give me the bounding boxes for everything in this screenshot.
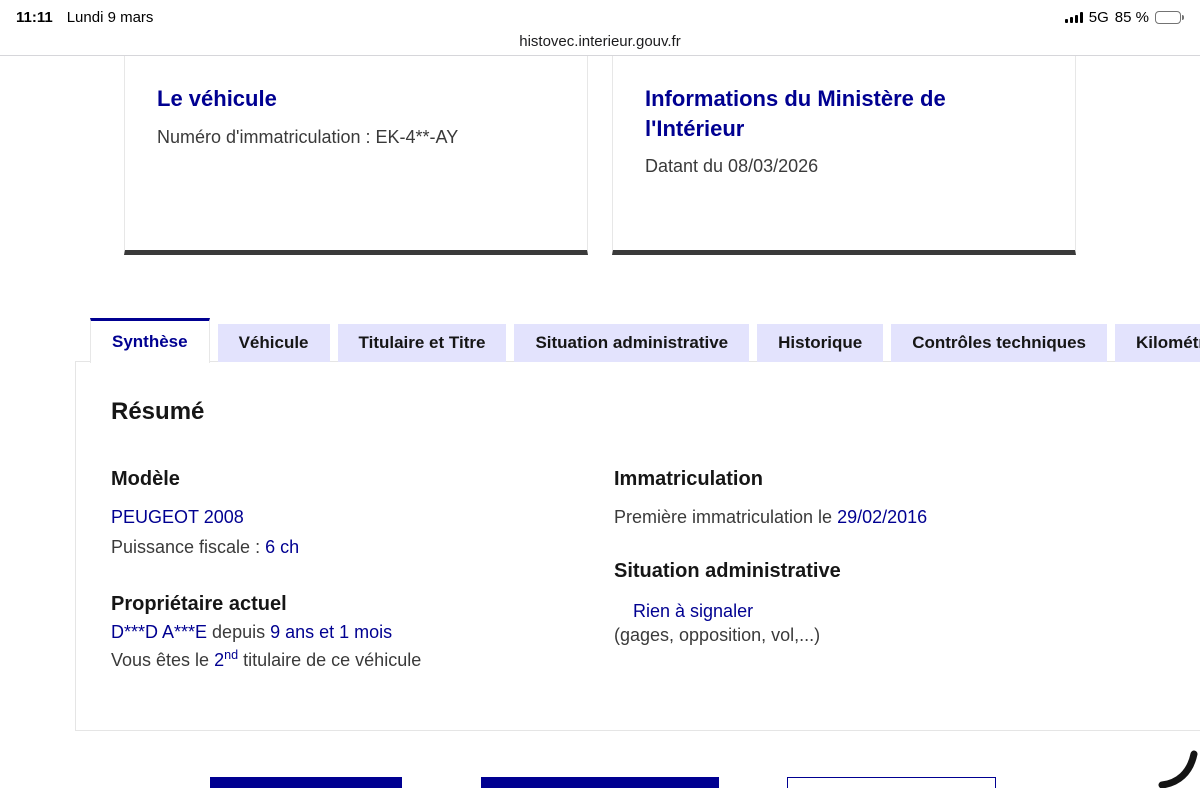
clock: 11:11 xyxy=(16,8,53,26)
battery-percent-label: 85 % xyxy=(1114,8,1149,26)
first-registration-date: 29/02/2016 xyxy=(837,507,928,527)
ipad-safari-screen: 11:11 Lundi 9 mars 5G 85 % histovec.inte… xyxy=(0,0,1200,788)
holder-rank-line: Vous êtes le 2nd titulaire de ce véhicul… xyxy=(111,648,422,670)
address-bar[interactable]: histovec.interieur.gouv.fr xyxy=(0,28,1200,56)
owner-since-value: 9 ans et 1 mois xyxy=(270,622,393,642)
action-button-primary-1[interactable] xyxy=(210,777,402,788)
ministry-info-card-title: Informations du Ministère de l'Intérieur xyxy=(645,86,946,141)
status-bar: 11:11 Lundi 9 mars 5G 85 % xyxy=(0,0,1200,30)
vehicle-card: Le véhicule Numéro d'immatriculation : E… xyxy=(124,56,588,255)
fiscal-power-value: 6 ch xyxy=(265,537,300,557)
registration-heading: Immatriculation xyxy=(614,468,763,490)
situation-heading: Situation administrative xyxy=(614,560,841,582)
model-name-link[interactable]: PEUGEOT 2008 xyxy=(111,507,614,528)
tab-historique[interactable]: Historique xyxy=(757,324,884,362)
tab-synthese[interactable]: Synthèse xyxy=(90,318,210,363)
vehicle-card-plate: Numéro d'immatriculation : EK-4**-AY xyxy=(157,126,459,147)
fiscal-power-line: Puissance fiscale : 6 ch xyxy=(111,537,300,557)
resume-heading: Résumé xyxy=(111,398,205,425)
tab-situation-administrative[interactable]: Situation administrative xyxy=(514,324,750,362)
battery-icon xyxy=(1155,10,1184,24)
url-text[interactable]: histovec.interieur.gouv.fr xyxy=(519,33,680,50)
holder-rank-ordinal: nd xyxy=(224,648,239,662)
tab-titulaire-et-titre[interactable]: Titulaire et Titre xyxy=(337,324,507,362)
panel-right-column: Immatriculation Première immatriculation… xyxy=(614,468,1200,671)
holder-rank: 2 xyxy=(214,650,225,670)
network-type-label: 5G xyxy=(1088,8,1109,26)
synthese-panel: Résumé Modèle PEUGEOT 2008 Puissance fis… xyxy=(75,361,1200,731)
report-tabs: Synthèse Véhicule Titulaire et Titre Sit… xyxy=(90,318,1200,363)
model-heading: Modèle xyxy=(111,468,180,490)
tab-kilometrage[interactable]: Kilométrage xyxy=(1115,324,1200,362)
marianne-swoosh-icon xyxy=(1158,750,1198,788)
ministry-info-card-date: Datant du 08/03/2026 xyxy=(645,156,819,177)
owner-line: D***D A***E depuis 9 ans et 1 mois xyxy=(111,622,393,642)
action-button-secondary[interactable] xyxy=(787,777,996,788)
date-label: Lundi 9 mars xyxy=(66,8,154,26)
owner-name: D***D A***E xyxy=(111,622,208,642)
owner-heading: Propriétaire actuel xyxy=(111,593,287,615)
situation-status: Rien à signaler xyxy=(633,601,754,621)
situation-note: (gages, opposition, vol,...) xyxy=(614,625,821,645)
panel-left-column: Modèle PEUGEOT 2008 Puissance fiscale : … xyxy=(111,468,614,671)
first-registration-line: Première immatriculation le 29/02/2016 xyxy=(614,507,928,527)
tab-vehicule[interactable]: Véhicule xyxy=(217,324,330,362)
tab-controles-techniques[interactable]: Contrôles techniques xyxy=(891,324,1108,362)
vehicle-card-title: Le véhicule xyxy=(157,86,277,111)
ministry-info-card: Informations du Ministère de l'Intérieur… xyxy=(612,56,1076,255)
action-button-primary-2[interactable] xyxy=(481,777,719,788)
cellular-signal-icon xyxy=(1064,11,1083,23)
